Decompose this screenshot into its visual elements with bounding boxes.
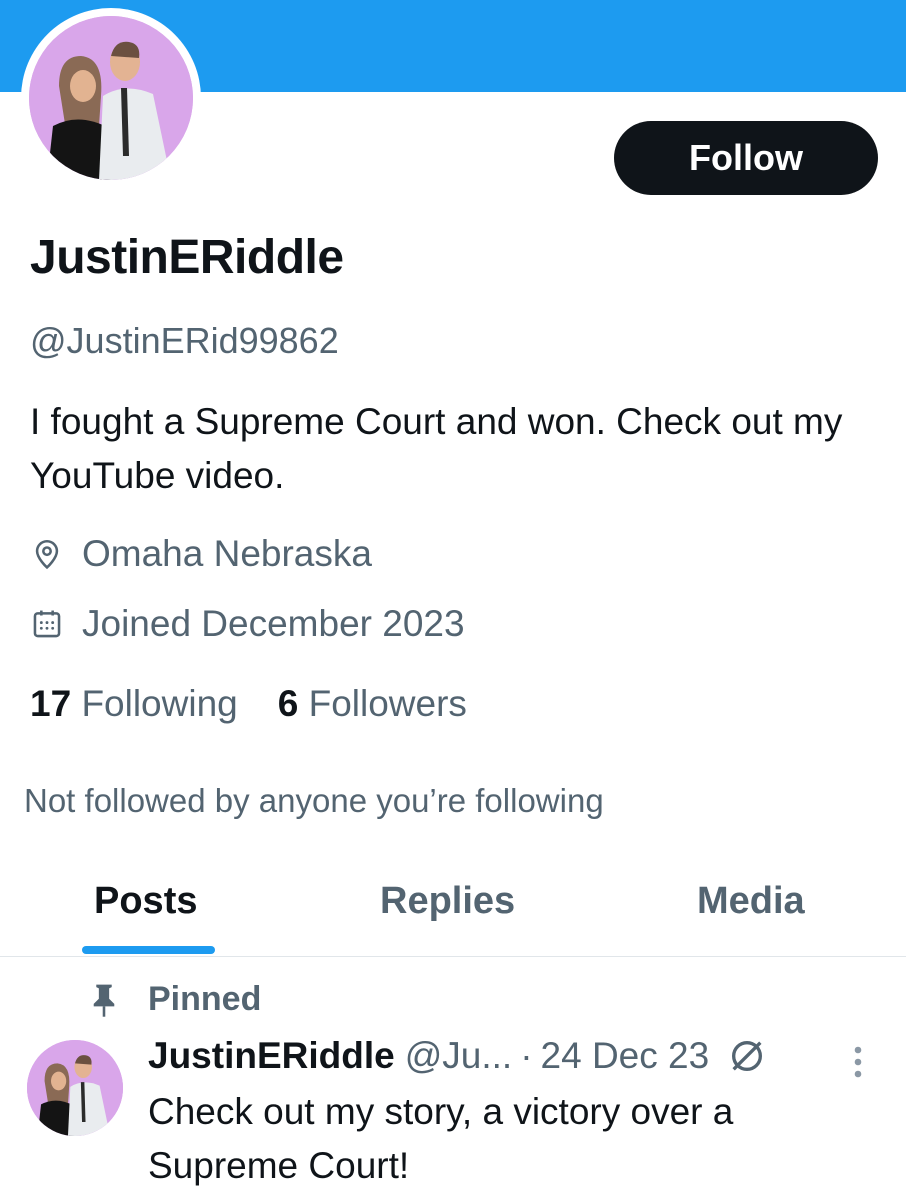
grok-icon[interactable] [727, 1036, 767, 1076]
profile-bio: I fought a Supreme Court and won. Check … [30, 401, 843, 496]
profile-handle: @JustinERid99862 [30, 320, 339, 361]
avatar-photo [29, 16, 193, 180]
location-text: Omaha Nebraska [82, 533, 372, 574]
separator-dot: · [520, 1035, 533, 1076]
follow-button[interactable]: Follow [614, 121, 878, 195]
followers-link[interactable]: 6 Followers [278, 683, 467, 725]
following-count: 17 [30, 683, 72, 724]
tabs-divider [0, 956, 906, 957]
location-pin-icon [30, 537, 64, 571]
following-label: Following [81, 683, 238, 724]
pinned-label: Pinned [148, 980, 262, 1018]
post-author-handle[interactable]: @Ju... [405, 1035, 512, 1077]
post-author-avatar[interactable] [27, 1040, 123, 1136]
tab-posts[interactable]: Posts [94, 880, 197, 923]
post-author-name[interactable]: JustinERiddle [148, 1035, 395, 1077]
calendar-icon [30, 607, 64, 641]
follow-stats: 17 Following 6 Followers [30, 683, 467, 725]
tab-replies[interactable]: Replies [380, 880, 515, 923]
mutual-followers-note: Not followed by anyone you’re following [24, 782, 604, 819]
post-header: JustinERiddle @Ju... · 24 Dec 23 [148, 1035, 828, 1077]
post-text: Check out my story, a victory over a Sup… [148, 1091, 734, 1186]
followers-label: Followers [308, 683, 467, 724]
profile-location: Omaha Nebraska [30, 533, 372, 575]
post-date[interactable]: 24 Dec 23 [541, 1035, 710, 1077]
profile-page: Follow JustinERiddle @JustinERid99862 I … [0, 0, 906, 1200]
followers-count: 6 [277, 683, 299, 724]
pin-icon [88, 982, 120, 1018]
joined-text: Joined December 2023 [82, 603, 465, 644]
profile-joined-date: Joined December 2023 [30, 603, 465, 645]
more-vertical-icon[interactable] [850, 1044, 866, 1080]
profile-display-name: JustinERiddle [30, 231, 344, 284]
active-tab-indicator [82, 946, 215, 954]
profile-avatar[interactable] [21, 8, 201, 188]
following-link[interactable]: 17 Following [30, 683, 238, 725]
tab-media[interactable]: Media [697, 880, 805, 923]
